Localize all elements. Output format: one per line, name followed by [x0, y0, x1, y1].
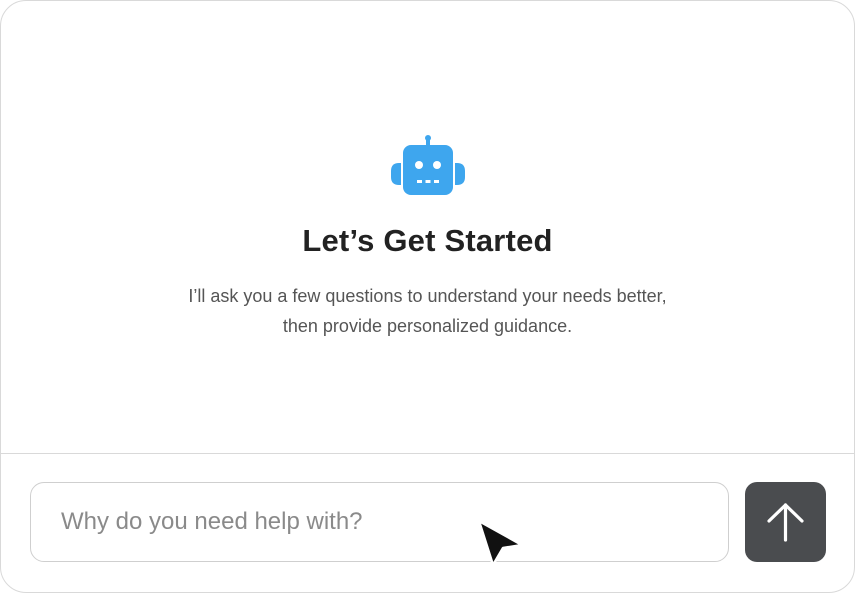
robot-icon [391, 135, 465, 195]
intro-text: I’ll ask you a few questions to understa… [1, 281, 854, 341]
message-input[interactable] [31, 483, 728, 561]
send-button[interactable] [745, 482, 826, 562]
chat-card: Let’s Get Started I’ll ask you a few que… [0, 0, 855, 593]
intro-text-line-1: I’ll ask you a few questions to understa… [188, 286, 667, 306]
message-input-container [30, 482, 729, 562]
composer-divider [1, 453, 854, 454]
page-title: Let’s Get Started [302, 223, 553, 258]
intro-text-line-2: then provide personalized guidance. [282, 316, 573, 336]
welcome-panel: Let’s Get Started I’ll ask you a few que… [1, 1, 854, 453]
arrow-up-icon [767, 503, 804, 542]
